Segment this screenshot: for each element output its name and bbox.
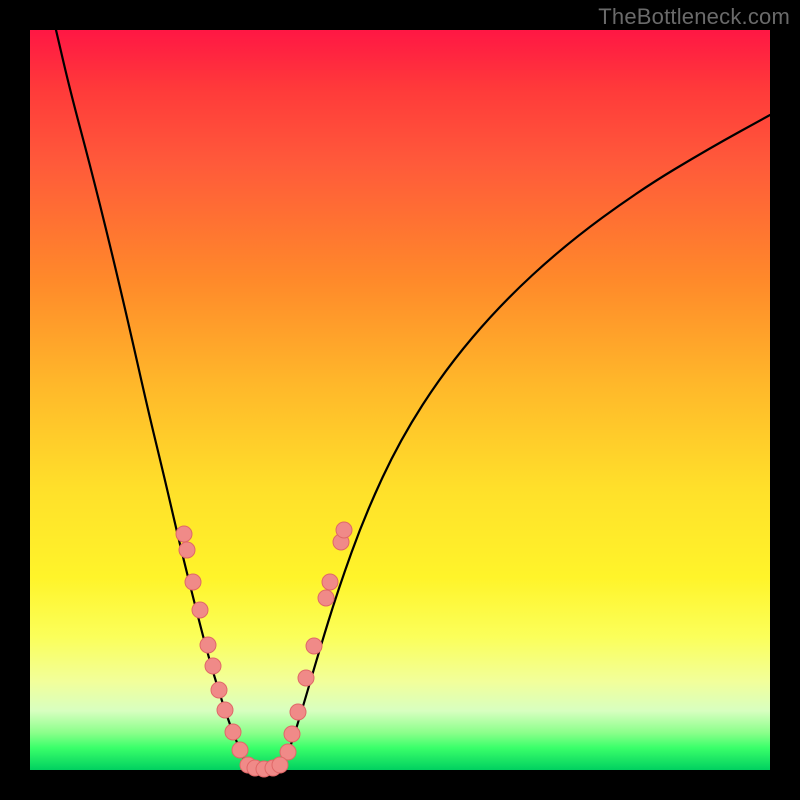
right-curve xyxy=(282,115,770,768)
data-point xyxy=(232,742,248,758)
data-point xyxy=(272,757,288,773)
watermark-text: TheBottleneck.com xyxy=(598,4,790,30)
data-point xyxy=(211,682,227,698)
data-point xyxy=(179,542,195,558)
data-points xyxy=(176,522,352,777)
data-point xyxy=(205,658,221,674)
data-point xyxy=(176,526,192,542)
data-point xyxy=(284,726,300,742)
data-point xyxy=(200,637,216,653)
data-point xyxy=(290,704,306,720)
data-point xyxy=(298,670,314,686)
data-point xyxy=(318,590,334,606)
data-point xyxy=(225,724,241,740)
chart-frame xyxy=(30,30,770,770)
data-point xyxy=(185,574,201,590)
data-point xyxy=(192,602,208,618)
data-point xyxy=(306,638,322,654)
data-point xyxy=(217,702,233,718)
chart-overlay xyxy=(30,30,770,770)
data-point xyxy=(336,522,352,538)
left-curve xyxy=(56,30,248,768)
data-point xyxy=(322,574,338,590)
